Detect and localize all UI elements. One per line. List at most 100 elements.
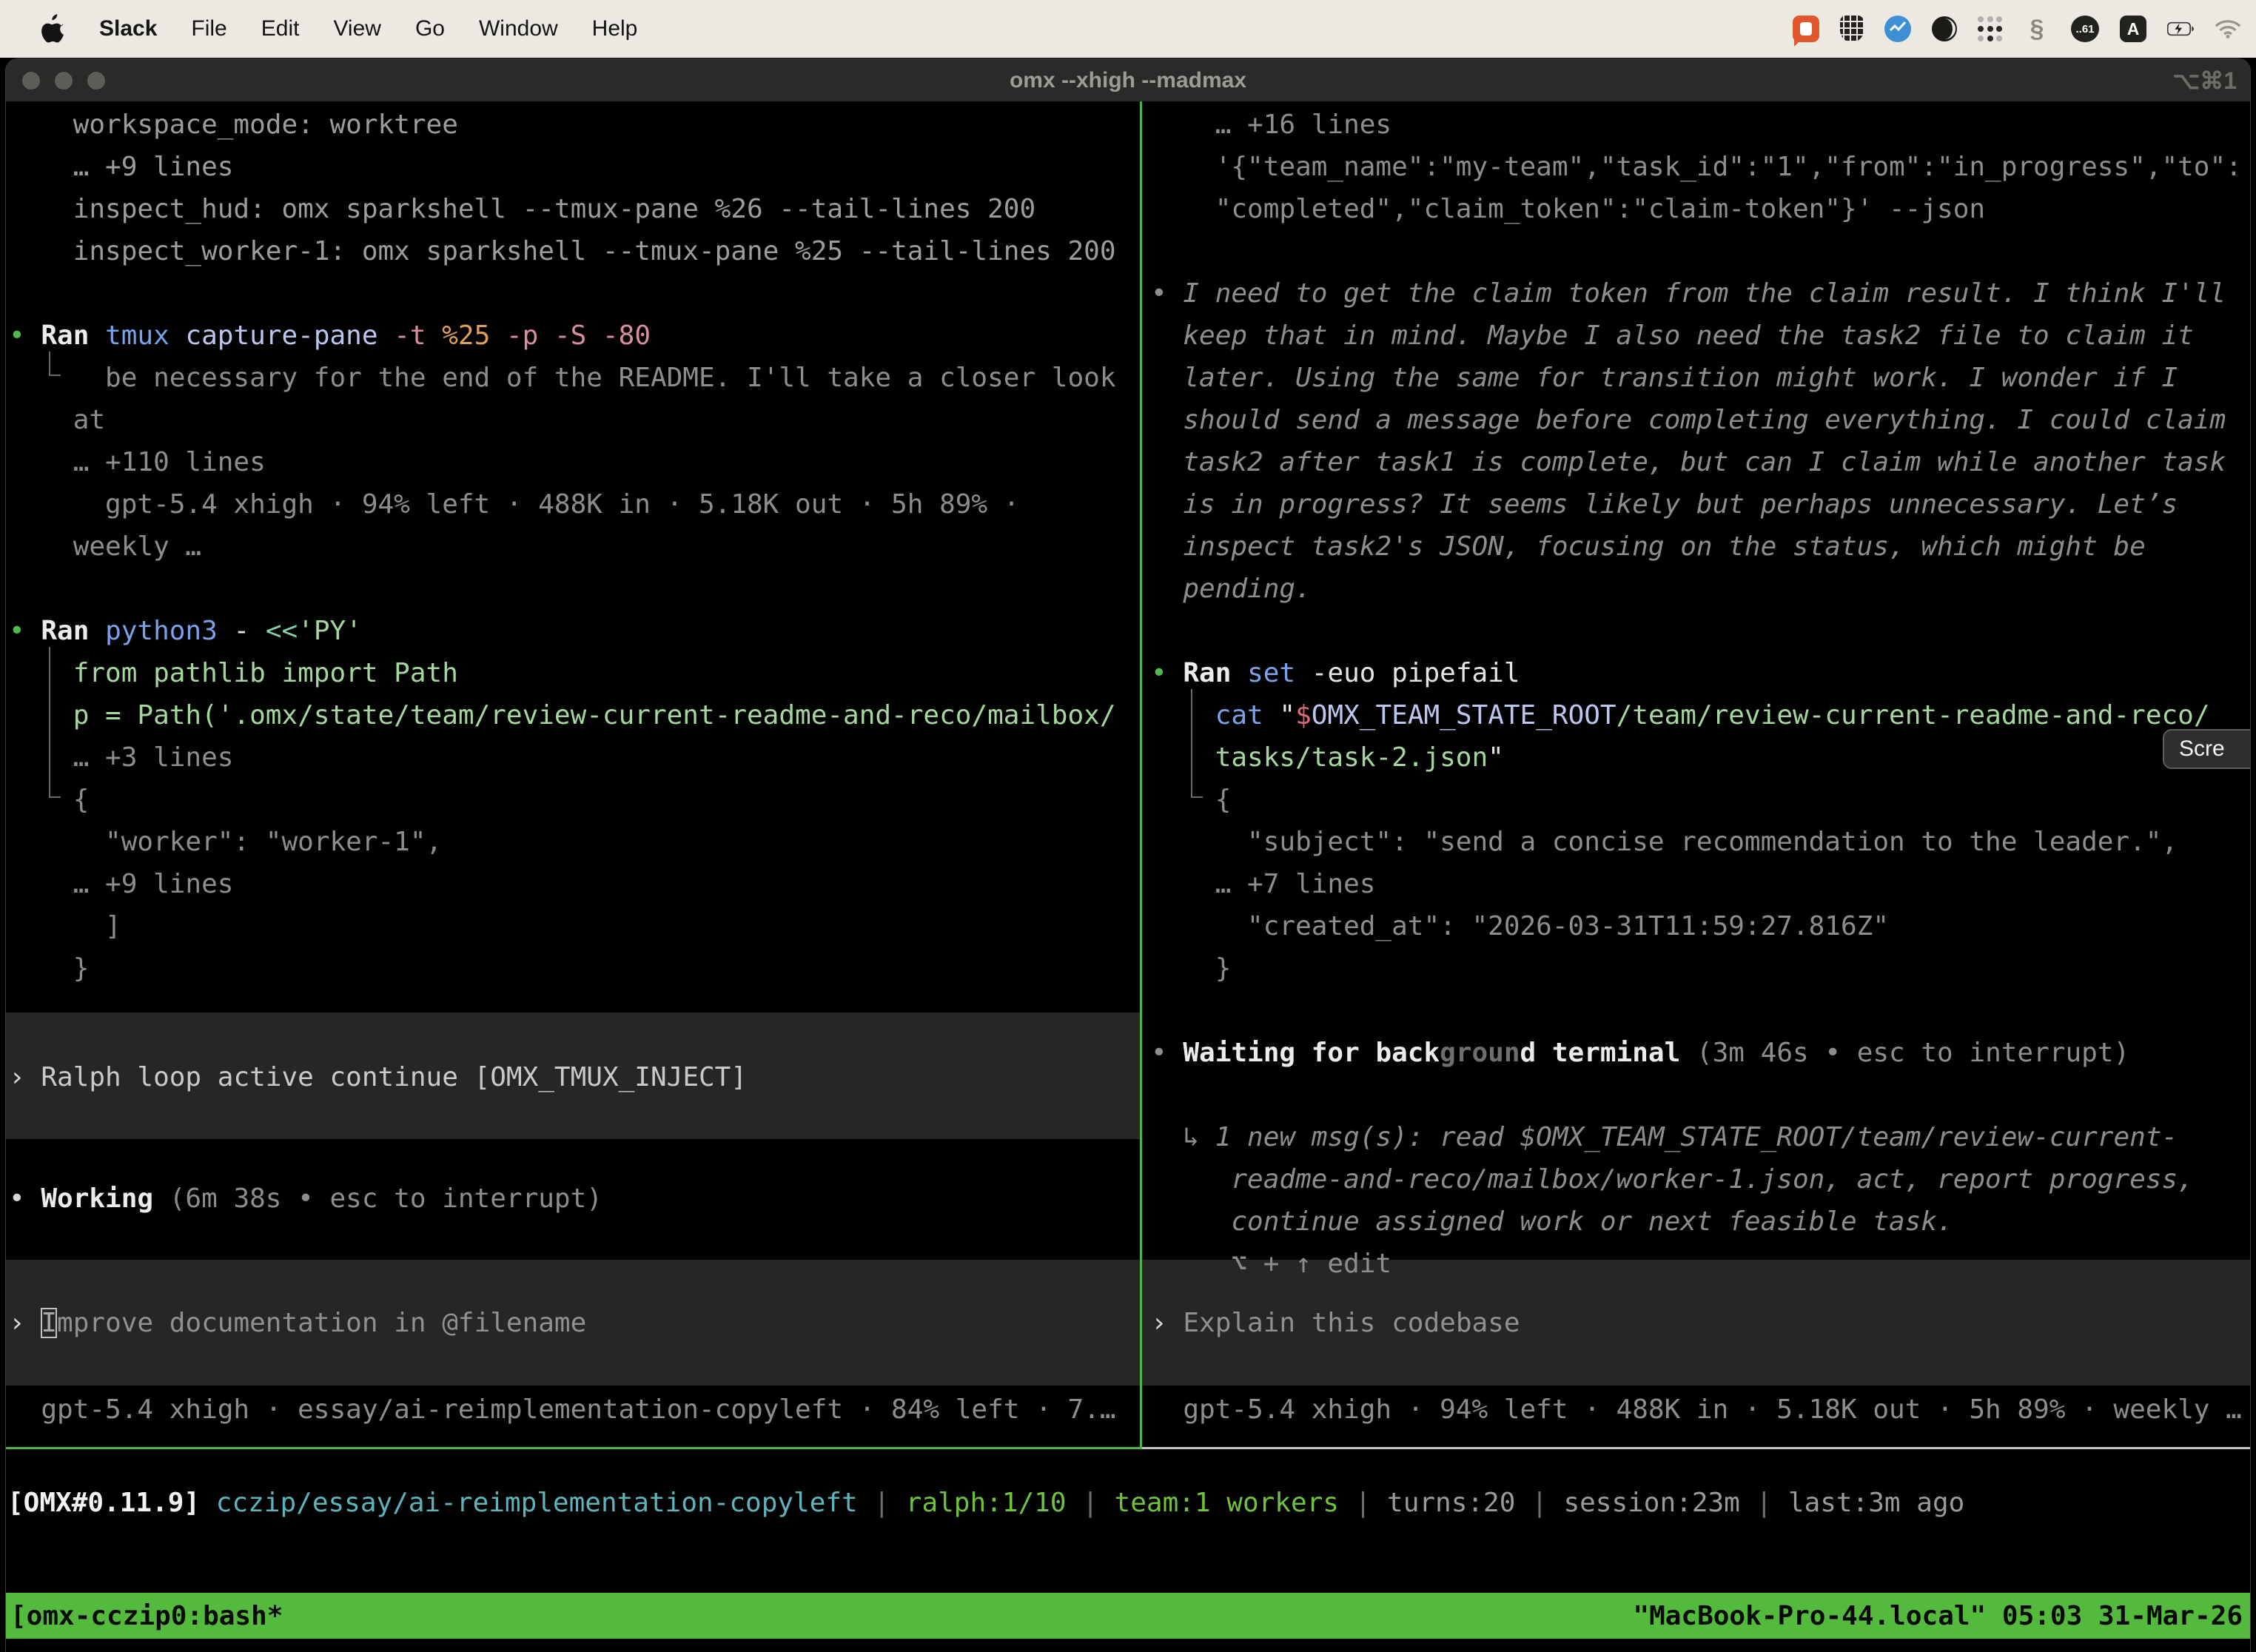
window-title-bar[interactable]: omx --xhigh --madmax ⌥⌘1 — [6, 59, 2250, 101]
terminal-line: be necessary for the end of the README. … — [9, 357, 1116, 399]
terminal-line: • I need to get the claim token from the… — [1151, 272, 2226, 315]
terminal-line: "subject": "send a concise recommendatio… — [1151, 821, 2210, 863]
terminal-line: should send a message before completing … — [1151, 399, 2226, 441]
apple-menu-icon[interactable] — [40, 14, 65, 44]
terminal-line: } — [1151, 947, 2210, 990]
window-shortcut: ⌥⌘1 — [2172, 67, 2237, 95]
tmux-status-bar[interactable]: [omx-cczip0:bash* "MacBook-Pro-44.local"… — [6, 1593, 2250, 1639]
contrast-moon-icon[interactable] — [1932, 16, 1957, 41]
terminal-line: task2 after task1 is complete, but can I… — [1151, 441, 2226, 483]
tmux-host-clock-label: "MacBook-Pro-44.local" 05:03 31-Mar-26 — [1633, 1601, 2243, 1631]
terminal-window: omx --xhigh --madmax ⌥⌘1 workspace_mode:… — [6, 59, 2250, 1652]
terminal-line: from pathlib import Path — [9, 652, 1116, 694]
terminal-line: … +9 lines — [9, 863, 1116, 905]
right-cat-command-block: • Ran set -euo pipefail cat "$OMX_TEAM_S… — [1151, 652, 2210, 990]
menu-item-window[interactable]: Window — [479, 16, 558, 41]
terminal-content: workspace_mode: worktree … +9 lines insp… — [6, 101, 2250, 1652]
menu-item-file[interactable]: File — [191, 16, 226, 41]
menu-app-name[interactable]: Slack — [99, 16, 157, 41]
hook-squiggle-icon[interactable]: § — [2024, 16, 2050, 42]
screenshot-tooltip-label: Scre — [2179, 736, 2225, 762]
terminal-line: ↳ 1 new msg(s): read $OMX_TEAM_STATE_ROO… — [1151, 1116, 2194, 1158]
terminal-line: gpt-5.4 xhigh · essay/ai-reimplementatio… — [9, 1389, 1116, 1431]
menu-item-edit[interactable]: Edit — [261, 16, 300, 41]
terminal-line: keep that in mind. Maybe I also need the… — [1151, 315, 2226, 357]
window-title: omx --xhigh --madmax — [6, 68, 2250, 93]
menu-item-help[interactable]: Help — [592, 16, 638, 41]
terminal-line: … +9 lines — [9, 146, 1116, 188]
shield-grid-icon[interactable] — [1840, 16, 1864, 42]
mailbox-hint-block: ↳ 1 new msg(s): read $OMX_TEAM_STATE_ROO… — [1151, 1116, 2194, 1285]
left-pane-bottom-border — [6, 1447, 1140, 1449]
terminal-line: • Ran set -euo pipefail — [1151, 652, 2210, 694]
terminal-line: ] — [9, 905, 1116, 947]
menu-bar-status-area: § ..61 A — [1793, 16, 2256, 42]
terminal-line: … +7 lines — [1151, 863, 2210, 905]
terminal-line: inspect_hud: omx sparkshell --tmux-pane … — [9, 188, 1116, 230]
left-tmux-command-block: • Ran tmux capture-pane -t %25 -p -S -80… — [9, 315, 1116, 568]
terminal-line: later. Using the same for transition mig… — [1151, 357, 2226, 399]
terminal-line: inspect task2's JSON, focusing on the st… — [1151, 526, 2226, 568]
terminal-line: › Ralph loop active continue [OMX_TMUX_I… — [9, 1056, 747, 1098]
screenshot-tooltip: Scre — [2163, 729, 2250, 769]
terminal-line: › Improve documentation in @filename — [9, 1302, 586, 1344]
left-session-status: gpt-5.4 xhigh · essay/ai-reimplementatio… — [9, 1389, 1116, 1431]
terminal-line: • Ran python3 - <<'PY' — [9, 610, 1116, 652]
terminal-line: › Explain this codebase — [1151, 1302, 1520, 1344]
terminal-line: at — [9, 399, 1116, 441]
omx-status-line: [OMX#0.11.9] cczip/essay/ai-reimplementa… — [7, 1482, 1964, 1524]
terminal-line: readme-and-reco/mailbox/worker-1.json, a… — [1151, 1158, 2194, 1201]
menu-item-view[interactable]: View — [333, 16, 380, 41]
right-pane-bottom-border — [1142, 1447, 2250, 1449]
terminal-line: '{"team_name":"my-team","task_id":"1","f… — [1151, 146, 2242, 188]
right-session-status: gpt-5.4 xhigh · 94% left · 488K in · 5.1… — [1151, 1389, 2242, 1431]
terminal-line: p = Path('.omx/state/team/review-current… — [9, 694, 1116, 736]
menu-item-go[interactable]: Go — [415, 16, 445, 41]
right-prompt-input[interactable]: › Explain this codebase — [1151, 1302, 1520, 1344]
terminal-line: cat "$OMX_TEAM_STATE_ROOT/team/review-cu… — [1151, 694, 2210, 736]
terminal-line: tasks/task-2.json" — [1151, 736, 2210, 779]
tmux-session-label: [omx-cczip0:bash* — [10, 1601, 283, 1631]
terminal-line: gpt-5.4 xhigh · 94% left · 488K in · 5.1… — [9, 483, 1116, 526]
terminal-line: gpt-5.4 xhigh · 94% left · 488K in · 5.1… — [1151, 1389, 2242, 1431]
count-badge-icon[interactable]: ..61 — [2071, 16, 2099, 42]
terminal-line: { — [1151, 779, 2210, 821]
ralph-loop-message: › Ralph loop active continue [OMX_TMUX_I… — [9, 1056, 747, 1098]
terminal-line: { — [9, 779, 1116, 821]
terminal-line: } — [9, 947, 1116, 990]
block-cursor: I — [41, 1308, 57, 1338]
chat-app-icon[interactable] — [1793, 16, 1819, 42]
battery-icon[interactable] — [2167, 16, 2194, 42]
terminal-line: "completed","claim_token":"claim-token"}… — [1151, 188, 2242, 230]
left-python-command-block: • Ran python3 - <<'PY' from pathlib impo… — [9, 610, 1116, 990]
dots-grid-icon[interactable] — [1978, 16, 2003, 41]
right-thinking-block: • I need to get the claim token from the… — [1151, 272, 2226, 610]
waiting-status-line: • Waiting for background terminal (3m 46… — [1151, 1032, 2129, 1074]
terminal-line: "worker": "worker-1", — [9, 821, 1116, 863]
terminal-line: … +16 lines — [1151, 104, 2242, 146]
terminal-line: [OMX#0.11.9] cczip/essay/ai-reimplementa… — [7, 1482, 1964, 1524]
right-output-block: … +16 lines '{"team_name":"my-team","tas… — [1151, 104, 2242, 230]
wifi-icon[interactable] — [2215, 16, 2241, 42]
chat-app-icon-inner — [1800, 22, 1812, 36]
menu-bar: Slack File Edit View Go Window Help § ..61 A — [0, 0, 2256, 58]
terminal-line: is in progress? It seems likely but perh… — [1151, 483, 2226, 526]
terminal-line: weekly … — [9, 526, 1116, 568]
terminal-line: • Working (6m 38s • esc to interrupt) — [9, 1178, 602, 1220]
terminal-line: ⌥ + ↑ edit — [1151, 1243, 2194, 1285]
terminal-line: … +3 lines — [9, 736, 1116, 779]
menu-items: File Edit View Go Window Help — [191, 16, 637, 41]
terminal-line: … +110 lines — [9, 441, 1116, 483]
letter-a-icon[interactable]: A — [2120, 16, 2146, 42]
menu-bar-left: Slack File Edit View Go Window Help — [0, 14, 637, 44]
terminal-line: inspect_worker-1: omx sparkshell --tmux-… — [9, 230, 1116, 272]
terminal-line: pending. — [1151, 568, 2226, 610]
left-config-block: workspace_mode: worktree … +9 lines insp… — [9, 104, 1116, 272]
stats-bolt-icon[interactable] — [1884, 16, 1911, 42]
tmux-pane-divider[interactable] — [1140, 101, 1142, 1449]
left-prompt-input[interactable]: › Improve documentation in @filename — [9, 1302, 586, 1344]
terminal-line: continue assigned work or next feasible … — [1151, 1201, 2194, 1243]
terminal-line: "created_at": "2026-03-31T11:59:27.816Z" — [1151, 905, 2210, 947]
terminal-line: • Ran tmux capture-pane -t %25 -p -S -80 — [9, 315, 1116, 357]
terminal-line: • Waiting for background terminal (3m 46… — [1151, 1032, 2129, 1074]
